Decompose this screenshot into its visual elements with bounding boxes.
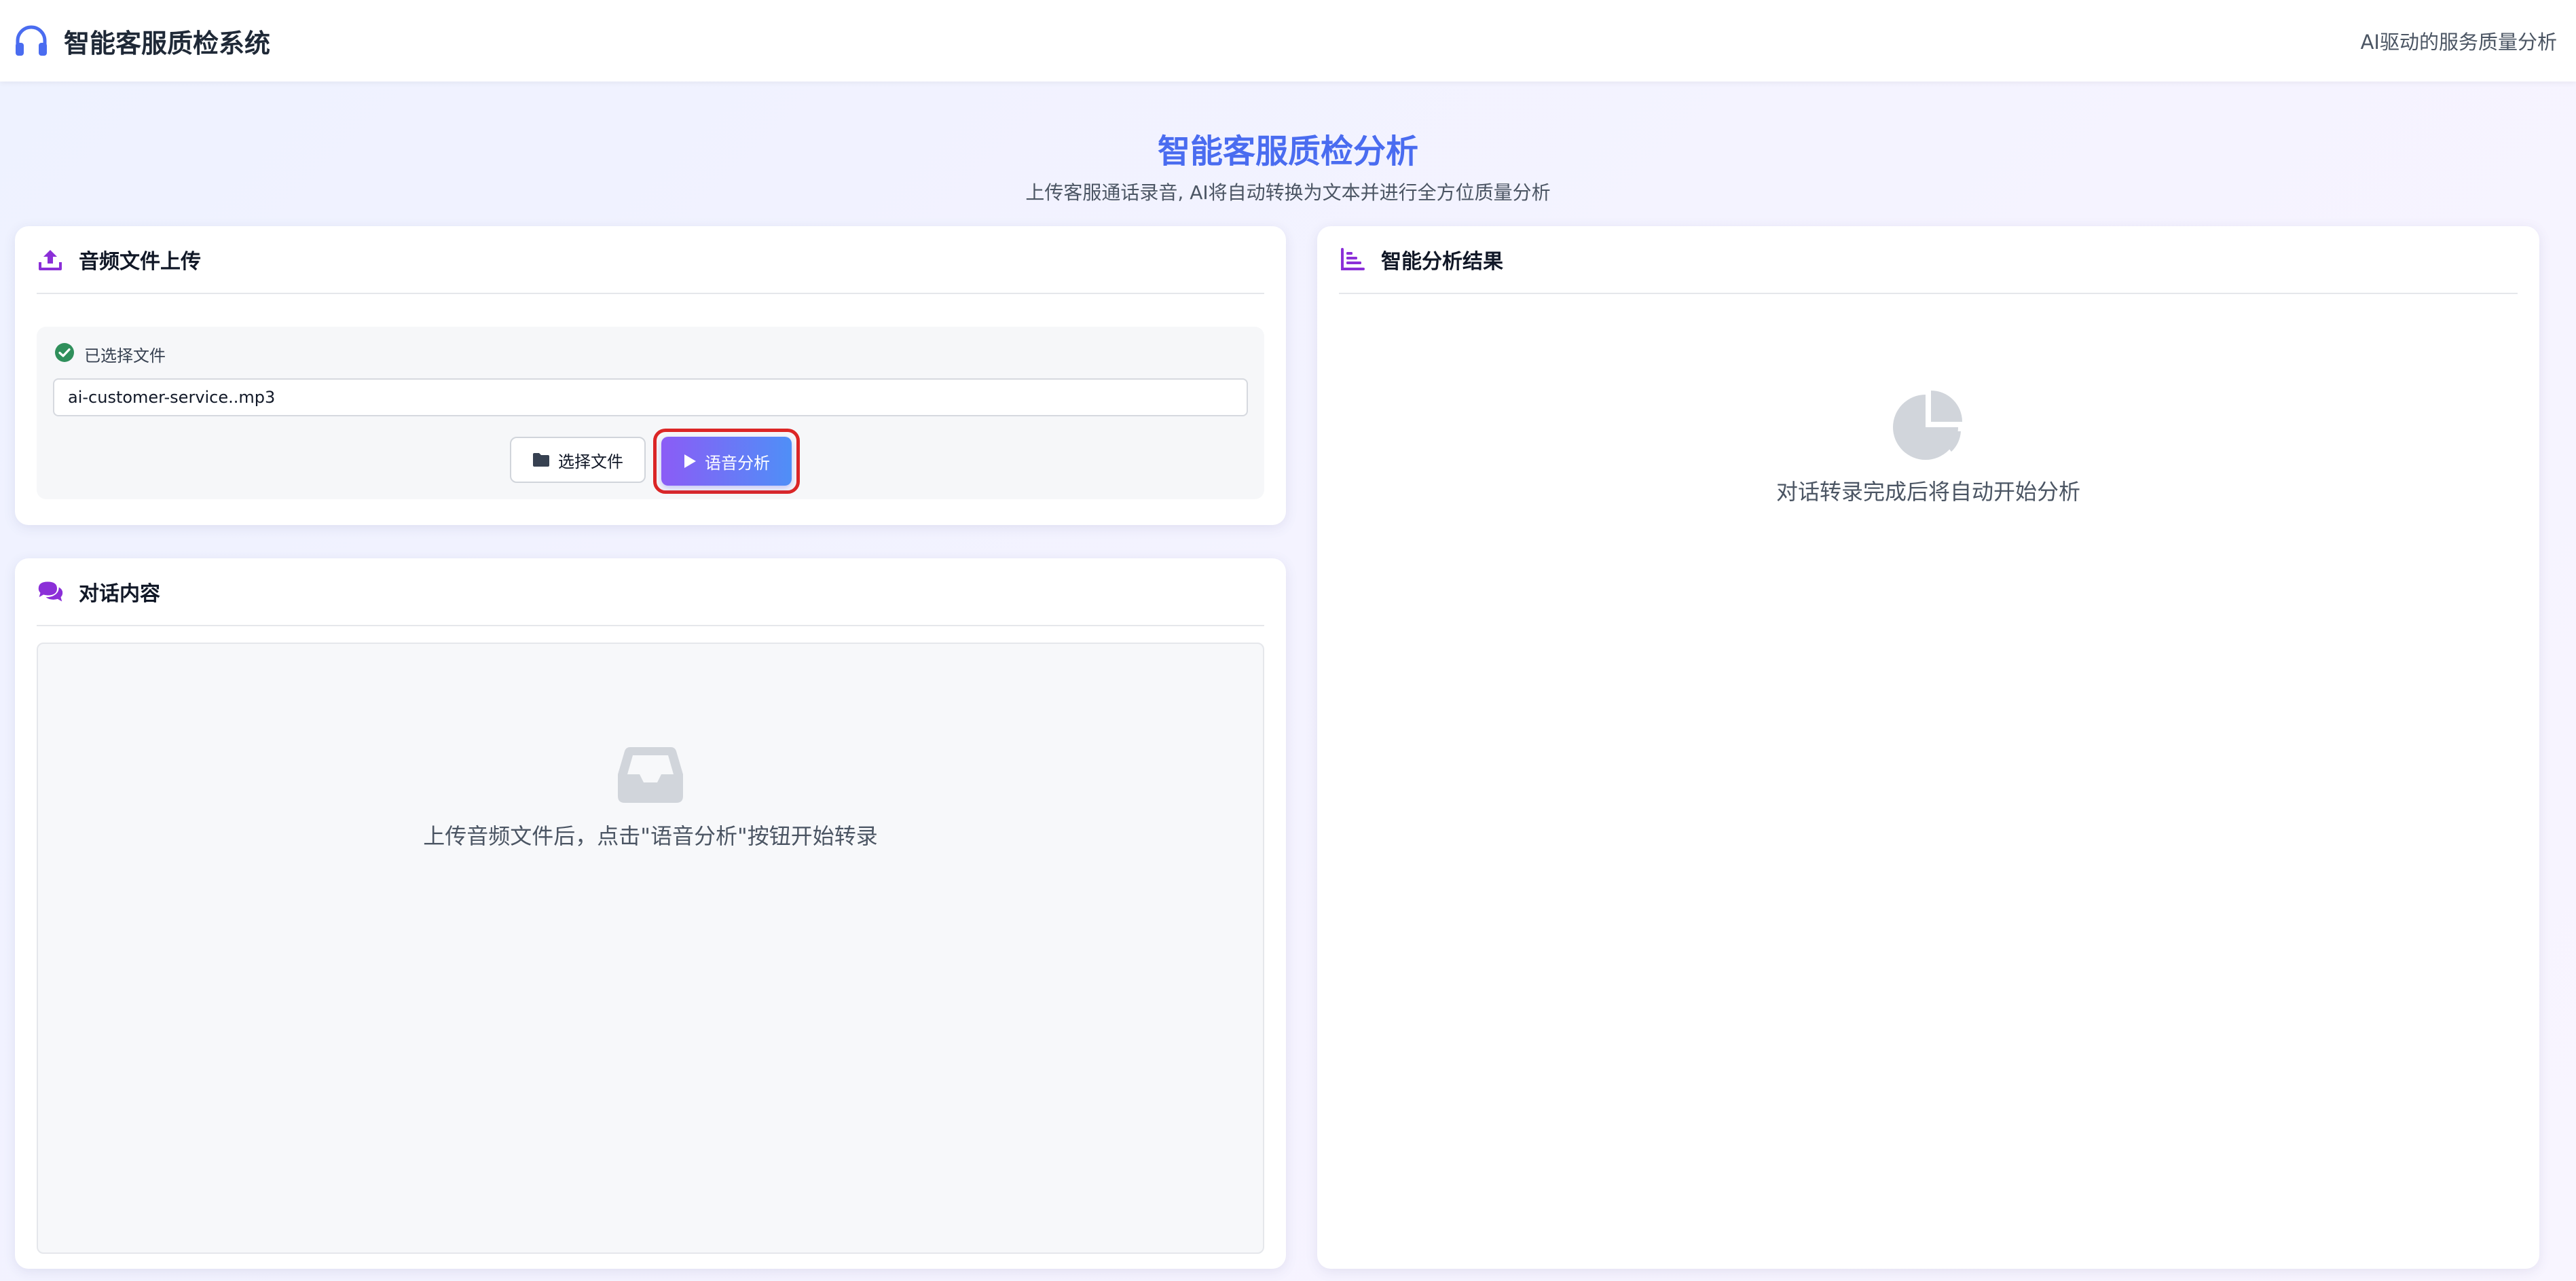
file-status-label: 已选择文件	[84, 346, 166, 365]
app-title: 智能客服质检系统	[64, 28, 271, 58]
comments-icon	[37, 578, 64, 605]
voice-analysis-button[interactable]: 语音分析	[661, 437, 792, 486]
result-card-header: 智能分析结果	[1339, 226, 2518, 294]
dialog-empty-text: 上传音频文件后，点击"语音分析"按钮开始转录	[423, 823, 878, 849]
result-card: 智能分析结果 对话转录完成后将自动开始分析	[1317, 226, 2539, 1269]
upload-card-header: 音频文件上传	[37, 226, 1264, 294]
inbox-icon	[38, 744, 1263, 804]
file-status: 已选择文件	[54, 340, 166, 367]
selected-file-name-field[interactable]: ai-customer-service..mp3	[53, 378, 1248, 416]
choose-file-button[interactable]: 选择文件	[510, 437, 646, 483]
header-tagline: AI驱动的服务质量分析	[2360, 31, 2557, 54]
check-circle-icon	[54, 342, 75, 365]
bar-chart-icon	[1339, 246, 1366, 273]
result-card-title: 智能分析结果	[1381, 250, 1503, 274]
dialog-card-header: 对话内容	[37, 558, 1264, 626]
dialog-card-title: 对话内容	[79, 582, 160, 606]
top-navbar: 智能客服质检系统 AI驱动的服务质量分析	[0, 0, 2576, 82]
dialog-card: 对话内容 上传音频文件后，点击"语音分析"按钮开始转录	[15, 558, 1286, 1269]
upload-actions: 选择文件 语音分析	[37, 429, 1264, 494]
voice-analysis-label: 语音分析	[705, 453, 770, 473]
page-subtitle: 上传客服通话录音, AI将自动转换为文本并进行全方位质量分析	[1025, 181, 1551, 204]
result-empty-text: 对话转录完成后将自动开始分析	[1775, 479, 2080, 505]
folder-icon	[532, 452, 550, 467]
choose-file-label: 选择文件	[558, 452, 623, 471]
headphones-icon	[12, 22, 50, 60]
upload-icon	[37, 246, 64, 273]
dialog-empty-state: 上传音频文件后，点击"语音分析"按钮开始转录	[38, 744, 1263, 850]
dialog-content-area[interactable]: 上传音频文件后，点击"语音分析"按钮开始转录	[37, 643, 1264, 1254]
upload-card-title: 音频文件上传	[79, 250, 201, 274]
upload-card: 音频文件上传 已选择文件 ai-customer-service..mp3 选择…	[15, 226, 1286, 525]
upload-panel: 已选择文件 ai-customer-service..mp3 选择文件 语音分析	[37, 327, 1264, 499]
play-icon	[683, 454, 697, 469]
pie-chart-icon	[1317, 389, 2539, 460]
result-empty-state: 对话转录完成后将自动开始分析	[1317, 389, 2539, 506]
page-title: 智能客服质检分析	[1157, 132, 1418, 170]
